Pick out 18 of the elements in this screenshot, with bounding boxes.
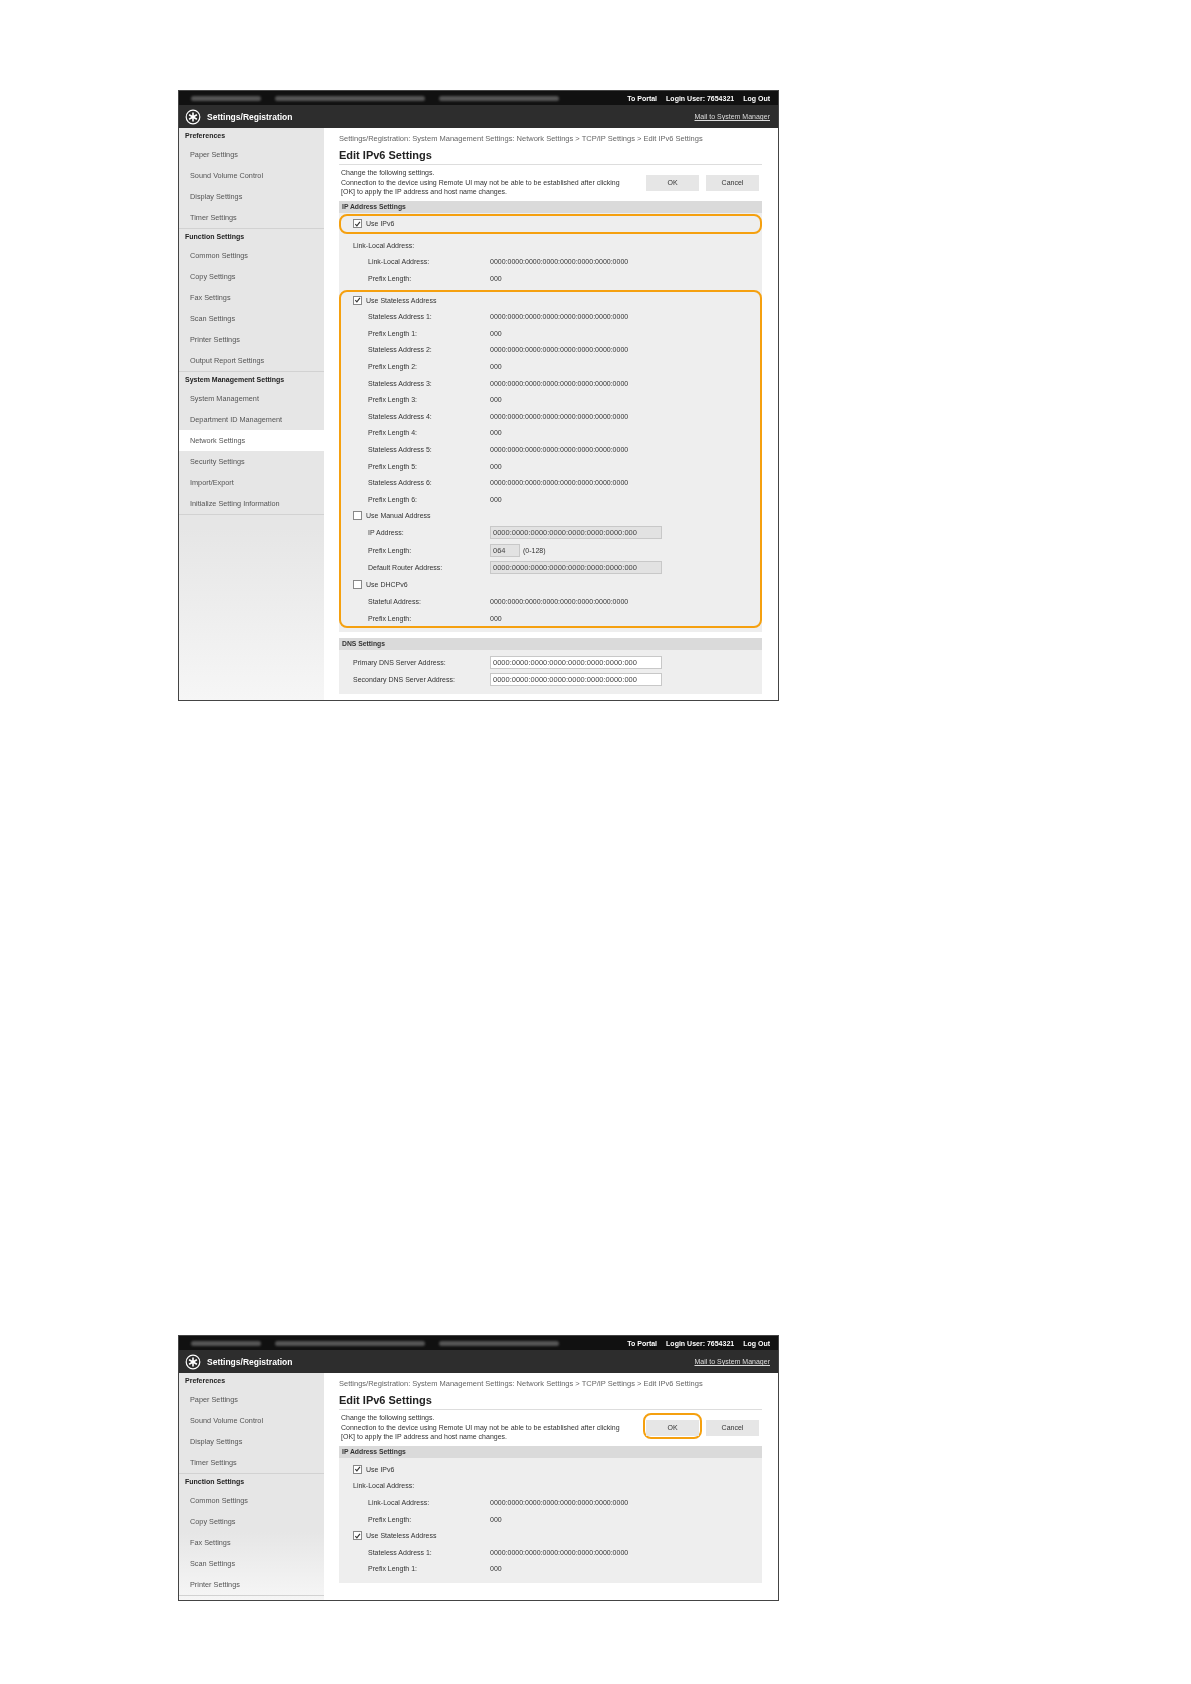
checkbox[interactable] — [353, 295, 362, 305]
checkbox[interactable] — [353, 1464, 362, 1474]
checkbox[interactable] — [353, 219, 362, 229]
checkbox[interactable] — [353, 1531, 362, 1541]
page-title: Edit IPv6 Settings — [339, 1394, 762, 1411]
blurred-text — [191, 1340, 261, 1346]
check-icon — [354, 219, 361, 228]
page-title: Edit IPv6 Settings — [339, 149, 762, 165]
check-icon — [354, 1465, 361, 1474]
check-icon — [354, 1531, 361, 1540]
asterisk-circle-icon — [185, 1353, 201, 1370]
asterisk-circle-icon — [185, 108, 201, 125]
check-icon — [354, 296, 361, 305]
checkbox[interactable] — [353, 580, 362, 590]
app-title: Settings/Registration — [207, 111, 293, 122]
app-title: Settings/Registration — [207, 1356, 293, 1367]
blurred-text — [191, 95, 261, 101]
checkbox[interactable] — [353, 511, 362, 521]
